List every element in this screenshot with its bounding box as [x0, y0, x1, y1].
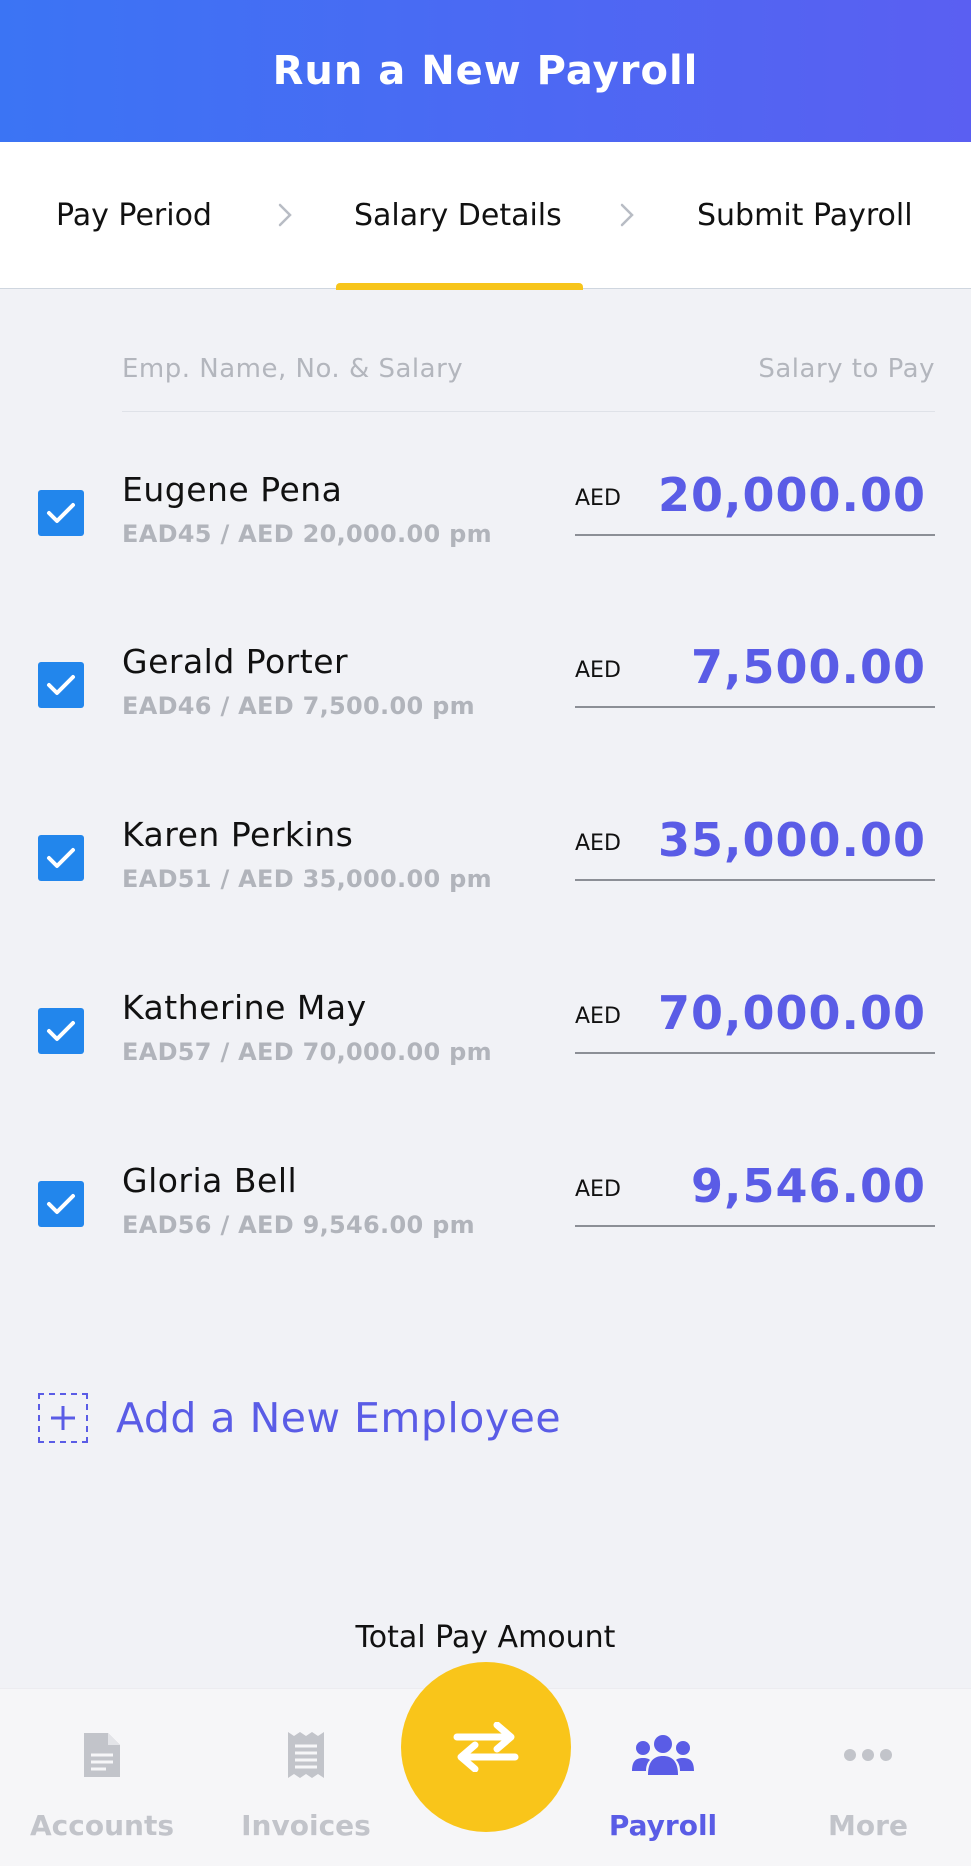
step-submit-payroll[interactable]: Submit Payroll [697, 142, 913, 289]
divider [122, 411, 935, 412]
employee-checkbox[interactable] [38, 1181, 84, 1227]
employee-row: Eugene Pena EAD45 / AED 20,000.00 pm AED… [0, 468, 971, 570]
column-header-salary: Salary to Pay [758, 354, 935, 384]
chevron-right-icon [268, 198, 302, 232]
employee-name: Gerald Porter [122, 642, 349, 681]
more-dots-icon [778, 1727, 958, 1783]
salary-to-pay-input[interactable]: 7,500.00 [691, 640, 926, 694]
salary-to-pay-input[interactable]: 70,000.00 [658, 986, 926, 1040]
input-underline [575, 1225, 935, 1227]
input-underline [575, 534, 935, 536]
employee-row: Gerald Porter EAD46 / AED 7,500.00 pm AE… [0, 640, 971, 742]
input-underline [575, 1052, 935, 1054]
input-underline [575, 706, 935, 708]
tab-accounts[interactable]: Accounts [12, 1689, 192, 1866]
checkmark-icon [47, 1194, 75, 1214]
employee-row: Karen Perkins EAD51 / AED 35,000.00 pm A… [0, 813, 971, 915]
employee-checkbox[interactable] [38, 835, 84, 881]
checkmark-icon [47, 1021, 75, 1041]
currency-label: AED [575, 1177, 621, 1202]
tab-invoices[interactable]: Invoices [216, 1689, 396, 1866]
add-employee-button[interactable]: Add a New Employee [38, 1390, 561, 1446]
plus-icon [38, 1393, 88, 1443]
app-header: Run a New Payroll [0, 0, 971, 142]
employee-name: Gloria Bell [122, 1161, 298, 1200]
document-icon [12, 1727, 192, 1783]
tab-label: Invoices [241, 1809, 371, 1842]
checkmark-icon [47, 848, 75, 868]
employee-row: Katherine May EAD57 / AED 70,000.00 pm A… [0, 986, 971, 1088]
chevron-right-icon [610, 198, 644, 232]
users-icon [573, 1727, 753, 1783]
employee-details: EAD56 / AED 9,546.00 pm [122, 1211, 475, 1239]
checkmark-icon [47, 503, 75, 523]
step-salary-details[interactable]: Salary Details [354, 142, 562, 289]
transfer-icon [453, 1722, 519, 1772]
employee-details: EAD45 / AED 20,000.00 pm [122, 520, 492, 548]
payroll-steps: Pay Period Salary Details Submit Payroll [0, 142, 971, 290]
salary-to-pay-input[interactable]: 20,000.00 [658, 468, 926, 522]
employee-checkbox[interactable] [38, 662, 84, 708]
tab-more[interactable]: More [778, 1689, 958, 1866]
total-pay-amount-label: Total Pay Amount [355, 1620, 616, 1655]
tab-label: Accounts [29, 1809, 175, 1842]
employee-checkbox[interactable] [38, 490, 84, 536]
currency-label: AED [575, 486, 621, 511]
employee-details: EAD57 / AED 70,000.00 pm [122, 1038, 492, 1066]
employee-name: Karen Perkins [122, 815, 354, 854]
employee-name: Eugene Pena [122, 470, 343, 509]
currency-label: AED [575, 658, 621, 683]
tab-label: More [828, 1809, 908, 1842]
salary-to-pay-input[interactable]: 35,000.00 [658, 813, 926, 867]
add-employee-label: Add a New Employee [116, 1394, 562, 1442]
tab-payroll[interactable]: Payroll [573, 1689, 753, 1866]
employee-checkbox[interactable] [38, 1008, 84, 1054]
page-title: Run a New Payroll [272, 48, 699, 94]
input-underline [575, 879, 935, 881]
active-step-indicator [336, 283, 583, 290]
currency-label: AED [575, 831, 621, 856]
transfer-button[interactable] [401, 1662, 571, 1832]
checkmark-icon [47, 675, 75, 695]
tab-label: Payroll [608, 1809, 718, 1842]
employee-details: EAD51 / AED 35,000.00 pm [122, 865, 492, 893]
column-header-employee: Emp. Name, No. & Salary [122, 354, 464, 384]
salary-to-pay-input[interactable]: 9,546.00 [691, 1159, 926, 1213]
currency-label: AED [575, 1004, 621, 1029]
employee-row: Gloria Bell EAD56 / AED 9,546.00 pm AED … [0, 1159, 971, 1261]
step-pay-period[interactable]: Pay Period [56, 142, 212, 289]
employee-name: Katherine May [122, 988, 367, 1027]
receipt-icon [216, 1727, 396, 1783]
employee-details: EAD46 / AED 7,500.00 pm [122, 692, 475, 720]
